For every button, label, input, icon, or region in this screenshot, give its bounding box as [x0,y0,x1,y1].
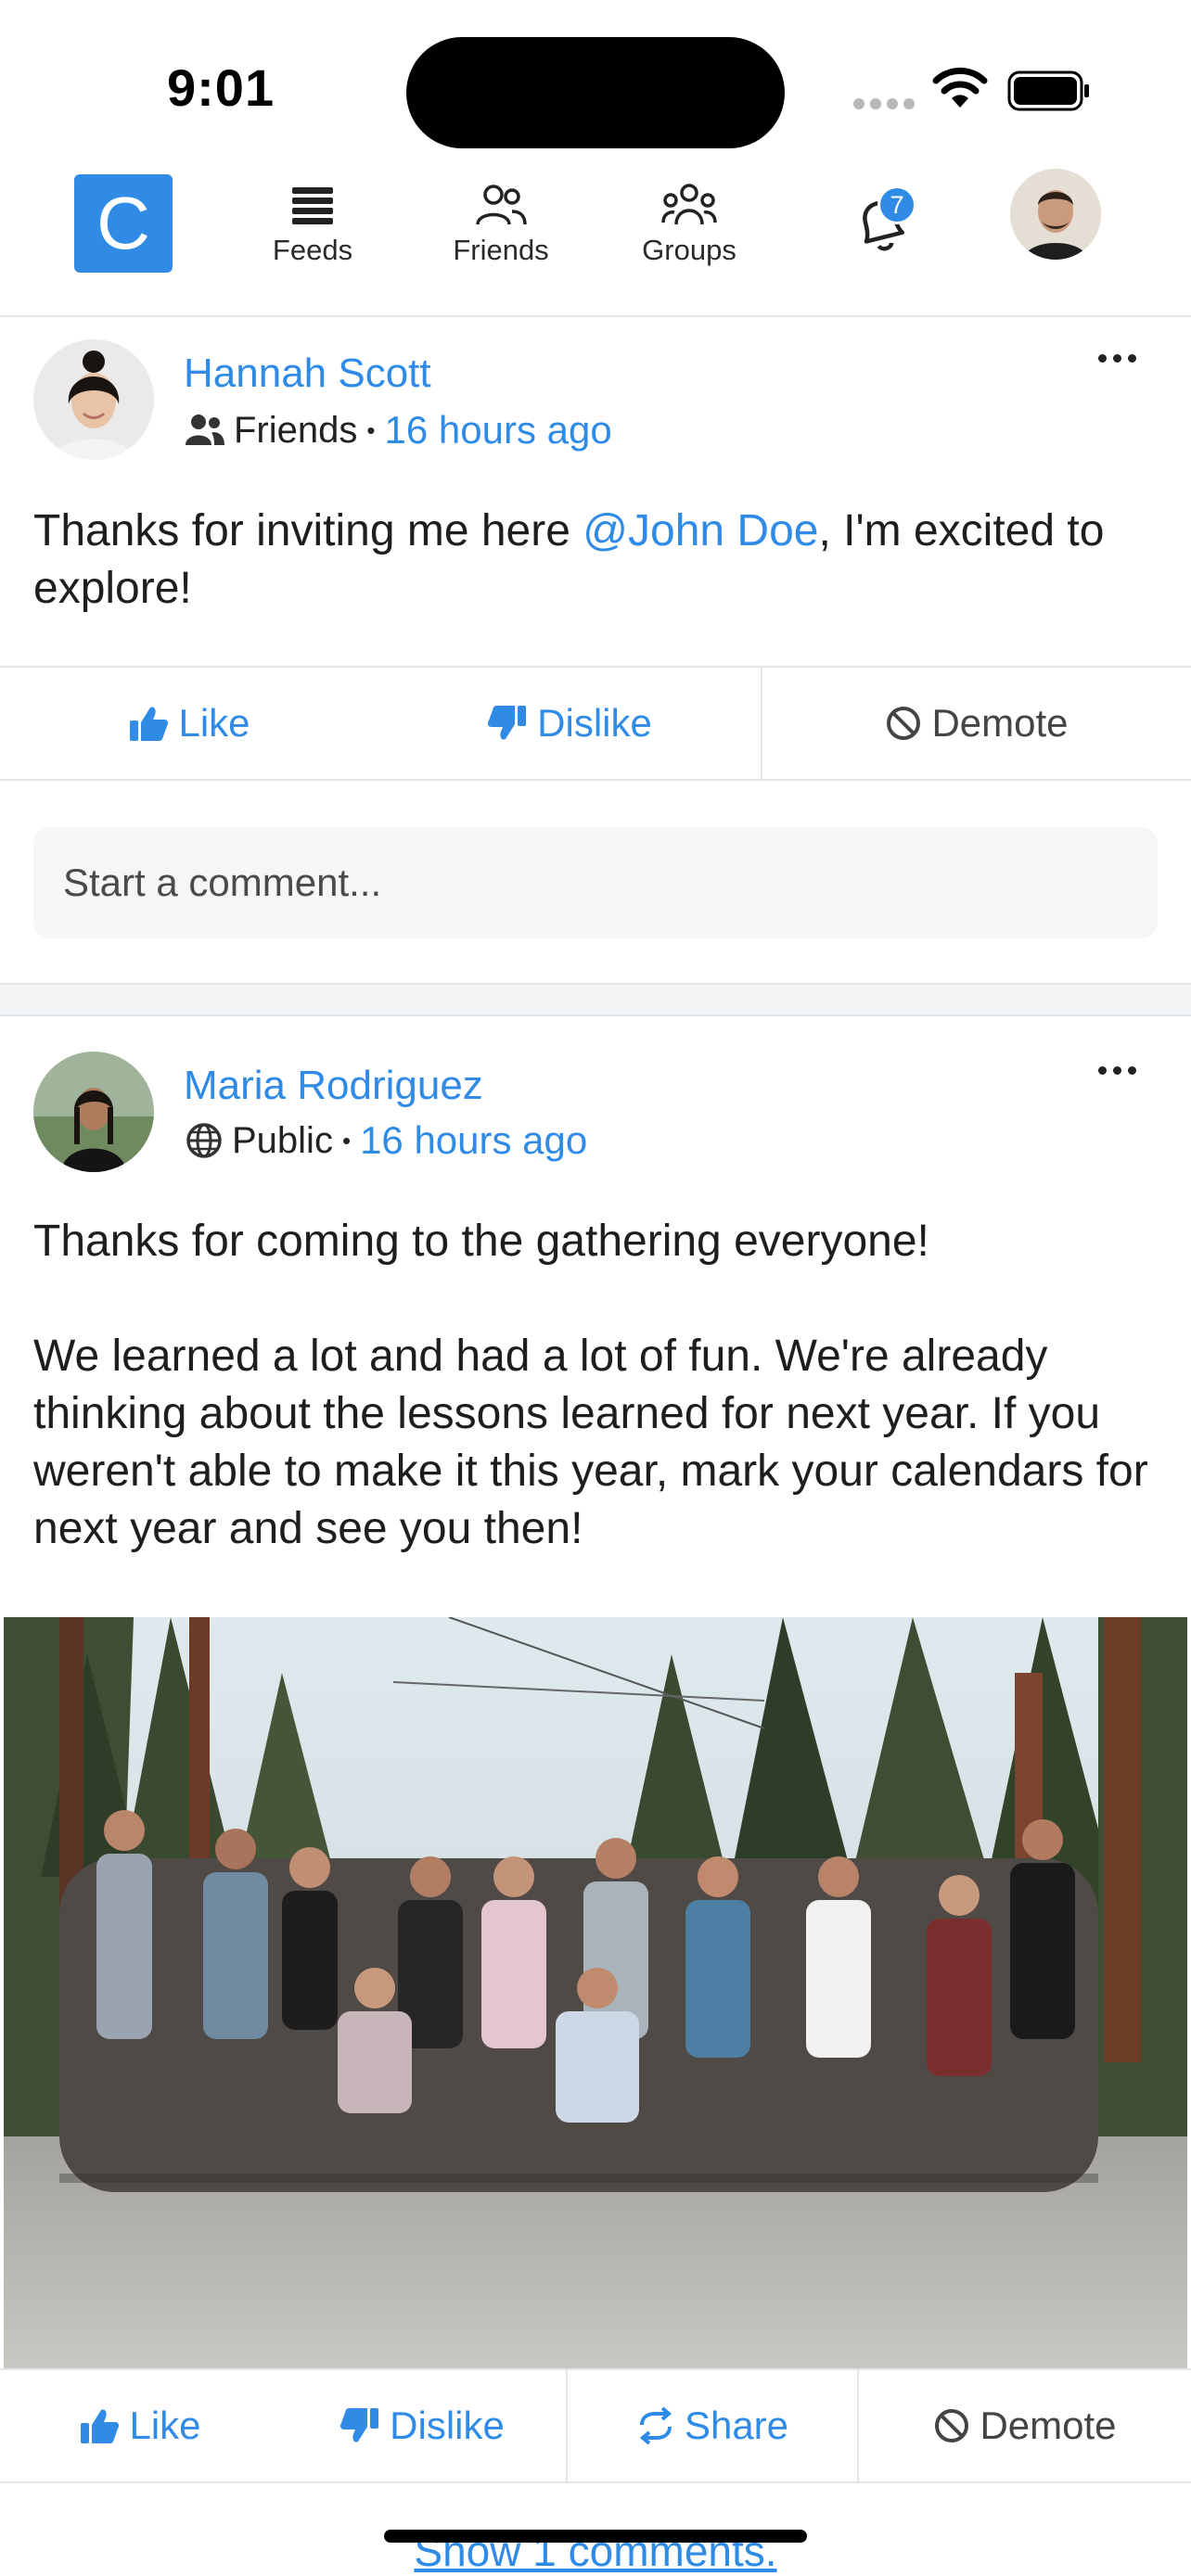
home-indicator [384,2530,807,2543]
status-time: 9:01 [167,58,275,117]
notification-badge: 7 [877,185,916,224]
thumbs-up-icon [130,707,169,741]
demote-label: Demote [980,2404,1117,2447]
post-paragraph: Thanks for coming to the gathering every… [33,1217,929,1266]
author-name[interactable]: Hannah Scott [184,351,431,397]
nav-feeds-label: Feeds [272,234,353,266]
like-button[interactable]: Like [0,668,378,779]
post-time[interactable]: 16 hours ago [385,408,612,453]
post-photo[interactable] [4,1617,1187,2368]
top-navigation: C Feeds Friends Groups 7 [0,158,1191,317]
dislike-button[interactable]: Dislike [280,2370,564,2481]
post-paragraph: We learned a lot and had a lot of fun. W… [33,1332,1148,1553]
groups-icon [661,184,717,225]
post-meta: Public • 16 hours ago [186,1118,587,1163]
post-text: Thanks for inviting me here @John Doe, I… [33,503,1165,618]
ban-icon [935,2409,969,2442]
mention-link[interactable]: @John Doe [583,506,818,555]
cellular-signal-icon [853,98,915,109]
demote-label: Demote [931,701,1069,745]
globe-icon [186,1123,222,1158]
dynamic-island [406,37,785,148]
post-text-part: Thanks for inviting me here [33,506,583,555]
battery-icon [1007,70,1089,111]
post-actions: Like Dislike Share Demote [0,2368,1191,2483]
post-separator [0,983,1191,1016]
thumbs-down-icon [488,706,527,740]
like-label: Like [129,2404,201,2447]
share-icon [639,2406,672,2445]
meta-separator: • [341,1126,352,1154]
post-audience: Public [232,1119,333,1161]
nav-groups[interactable]: Groups [610,184,768,267]
share-button[interactable]: Share [568,2370,857,2481]
thumbs-up-icon [81,2409,120,2443]
post-text: Thanks for coming to the gathering every… [33,1213,1165,1558]
thumbs-down-icon [340,2408,379,2442]
friends-icon [476,185,527,225]
app-logo[interactable]: C [74,174,173,273]
feeds-icon [292,187,333,224]
nav-groups-label: Groups [642,234,736,266]
share-label: Share [684,2404,789,2447]
dislike-button[interactable]: Dislike [378,668,761,779]
post-options-icon[interactable] [1098,354,1136,363]
meta-separator: • [366,415,376,444]
author-avatar[interactable] [33,339,154,460]
author-avatar[interactable] [33,1052,154,1172]
demote-button[interactable]: Demote [859,2370,1191,2481]
nav-friends-label: Friends [453,234,549,266]
post-audience: Friends [234,409,358,451]
profile-avatar[interactable] [1010,169,1101,260]
like-button[interactable]: Like [0,2370,280,2481]
like-label: Like [178,701,250,745]
post-meta: Friends • 16 hours ago [186,408,612,453]
friends-icon [186,414,224,445]
post-actions: Like Dislike Demote [0,666,1191,781]
post-card: Maria Rodriguez Public • 16 hours ago Th… [0,1016,1191,2576]
post-options-icon[interactable] [1098,1066,1136,1075]
comment-input[interactable]: Start a comment... [33,827,1158,938]
author-name[interactable]: Maria Rodriguez [184,1063,483,1109]
wifi-icon [932,67,988,108]
status-bar: 9:01 [0,0,1191,158]
ban-icon [887,707,921,740]
post-time[interactable]: 16 hours ago [360,1118,587,1163]
dislike-label: Dislike [390,2404,505,2447]
demote-button[interactable]: Demote [762,668,1191,779]
nav-friends[interactable]: Friends [422,184,580,267]
nav-feeds[interactable]: Feeds [234,184,391,267]
dislike-label: Dislike [537,701,652,745]
post-card: Hannah Scott Friends • 16 hours ago Than… [0,319,1191,983]
